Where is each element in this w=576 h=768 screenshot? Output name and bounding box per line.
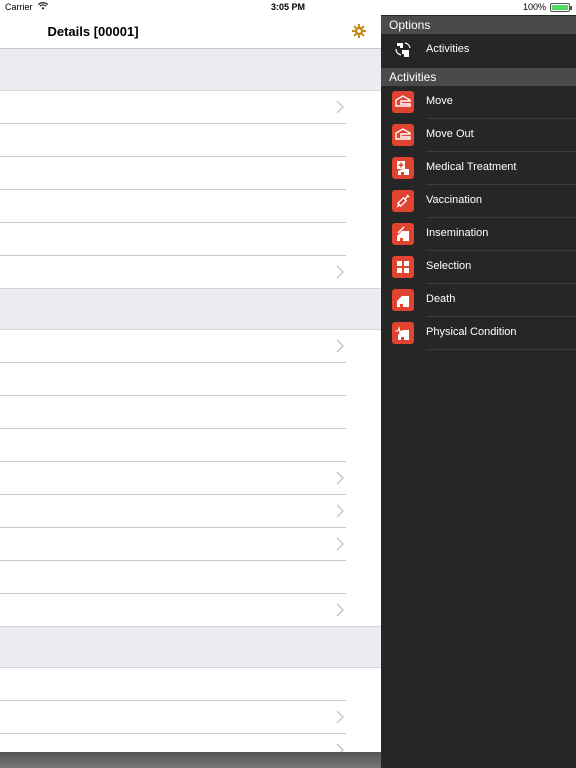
chevron-right-icon (336, 710, 344, 724)
menu-item-insemination[interactable]: Insemination (381, 218, 576, 251)
menu-item-label: Activities (426, 43, 470, 55)
activities-icon (392, 39, 414, 61)
status-bar: Carrier 3:05 PM 100% (0, 0, 576, 15)
move-out-icon (392, 124, 414, 146)
medical-treatment-icon (392, 157, 414, 179)
chevron-right-icon (336, 537, 344, 551)
side-menu: Options Activities Activities Move Move … (381, 15, 576, 768)
clock: 3:05 PM (270, 2, 305, 12)
table-row[interactable] (0, 528, 381, 561)
table-row (0, 157, 381, 190)
move-icon (392, 91, 414, 113)
menu-item-move-out[interactable]: Move Out (381, 119, 576, 152)
table-row[interactable] (0, 256, 381, 289)
section-header (0, 49, 381, 91)
gear-icon[interactable] (350, 22, 368, 40)
chevron-right-icon (336, 339, 344, 353)
menu-item-label: Selection (426, 260, 472, 272)
toolbar (0, 752, 381, 768)
insemination-icon (392, 223, 414, 245)
section-header (0, 288, 381, 330)
battery-icon (550, 3, 572, 12)
table-row[interactable] (0, 91, 381, 124)
table-row[interactable] (0, 495, 381, 528)
table-row[interactable] (0, 462, 381, 495)
table-row (0, 396, 381, 429)
menu-item-selection[interactable]: Selection (381, 251, 576, 284)
chevron-right-icon (336, 471, 344, 485)
syringe-icon (392, 190, 414, 212)
table-row (0, 124, 381, 157)
battery-percent: 100% (522, 2, 546, 12)
menu-item-label: Death (426, 293, 456, 305)
section-header (0, 626, 381, 668)
activities-header: Activities (381, 68, 576, 86)
page-title: Details [00001] (47, 24, 139, 39)
menu-item-vaccination[interactable]: Vaccination (381, 185, 576, 218)
menu-item-activities[interactable]: Activities (381, 34, 576, 67)
chevron-right-icon (336, 603, 344, 617)
menu-item-move[interactable]: Move (381, 86, 576, 119)
menu-item-label: Insemination (426, 227, 489, 239)
death-icon (392, 289, 414, 311)
menu-item-label: Vaccination (426, 194, 483, 206)
table-row (0, 429, 381, 462)
table-row (0, 668, 381, 701)
menu-item-physical-condition[interactable]: Physical Condition (381, 317, 576, 350)
details-panel: Details [00001] (0, 15, 381, 752)
selection-icon (392, 256, 414, 278)
menu-item-medical-treatment[interactable]: Medical Treatment (381, 152, 576, 185)
options-header: Options (381, 16, 576, 34)
menu-item-label: Move Out (426, 128, 474, 140)
table-row[interactable] (0, 330, 381, 363)
table-row[interactable] (0, 594, 381, 627)
menu-item-label: Medical Treatment (426, 161, 517, 173)
navigation-bar: Details [00001] (0, 15, 381, 49)
menu-item-label: Physical Condition (426, 326, 517, 338)
menu-item-death[interactable]: Death (381, 284, 576, 317)
chevron-right-icon (336, 743, 344, 752)
table-row (0, 561, 381, 594)
table-row[interactable] (0, 701, 381, 734)
chevron-right-icon (336, 265, 344, 279)
physical-condition-icon (392, 322, 414, 344)
table-row (0, 363, 381, 396)
chevron-right-icon (336, 100, 344, 114)
table-row (0, 223, 381, 256)
table-row[interactable] (0, 734, 381, 752)
table-row (0, 190, 381, 223)
menu-item-label: Move (426, 95, 453, 107)
chevron-right-icon (336, 504, 344, 518)
